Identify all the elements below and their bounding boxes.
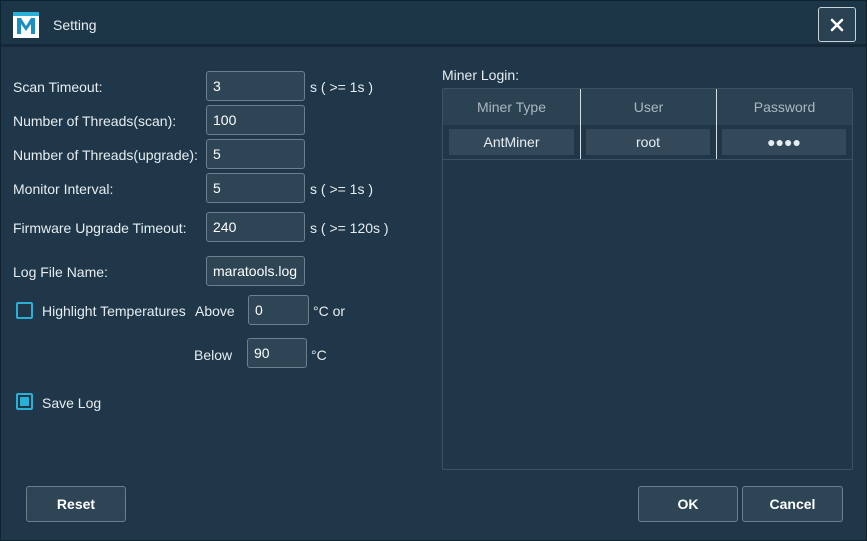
save-log-checkbox[interactable] [16,393,33,410]
window-title: Setting [53,17,97,33]
column-divider [580,125,581,159]
above-unit: °C or [313,303,346,319]
below-unit: °C [311,347,327,363]
log-file-label: Log File Name: [13,264,108,280]
scan-timeout-label: Scan Timeout: [13,79,103,95]
close-button[interactable] [818,7,856,42]
firmware-timeout-label: Firmware Upgrade Timeout: [13,220,187,236]
threads-scan-label: Number of Threads(scan): [13,113,177,129]
ok-button[interactable]: OK [638,486,738,522]
column-divider [716,125,717,159]
table-cell-password[interactable]: ●●●● [722,129,846,155]
highlight-temperatures-label: Highlight Temperatures [42,303,186,319]
threads-scan-input[interactable] [206,105,305,135]
below-label: Below [194,347,233,363]
table-cell-miner-type[interactable]: AntMiner [449,129,574,155]
threads-upgrade-input[interactable] [206,139,305,169]
column-header-password[interactable]: Password [717,89,852,125]
scan-timeout-input[interactable] [206,71,305,101]
above-temperature-input[interactable] [248,295,309,325]
save-log-label: Save Log [42,395,102,411]
monitor-interval-hint: s ( >= 1s ) [310,181,374,197]
highlight-temperatures-checkbox[interactable] [16,302,33,319]
firmware-timeout-input[interactable] [206,212,305,242]
close-icon [830,18,844,31]
table-cell-user[interactable]: root [586,129,710,155]
above-label: Above [195,303,235,319]
scan-timeout-hint: s ( >= 1s ) [310,79,374,95]
column-header-miner-type[interactable]: Miner Type [443,89,581,125]
row-divider [443,159,852,160]
threads-upgrade-label: Number of Threads(upgrade): [13,147,198,163]
cancel-button[interactable]: Cancel [742,486,843,522]
miner-login-table: Miner Type User Password AntMiner root ●… [442,88,853,470]
firmware-timeout-hint: s ( >= 120s ) [310,220,389,236]
miner-login-label: Miner Login: [442,67,520,83]
monitor-interval-label: Monitor Interval: [13,181,114,197]
settings-dialog: Setting Scan Timeout: s ( >= 1s ) Number… [0,0,867,541]
title-bar: Setting [1,1,866,47]
monitor-interval-input[interactable] [206,173,305,203]
app-logo-icon [13,12,39,38]
column-header-user[interactable]: User [581,89,717,125]
below-temperature-input[interactable] [247,338,307,368]
reset-button[interactable]: Reset [26,486,126,522]
log-file-input[interactable] [206,256,305,286]
